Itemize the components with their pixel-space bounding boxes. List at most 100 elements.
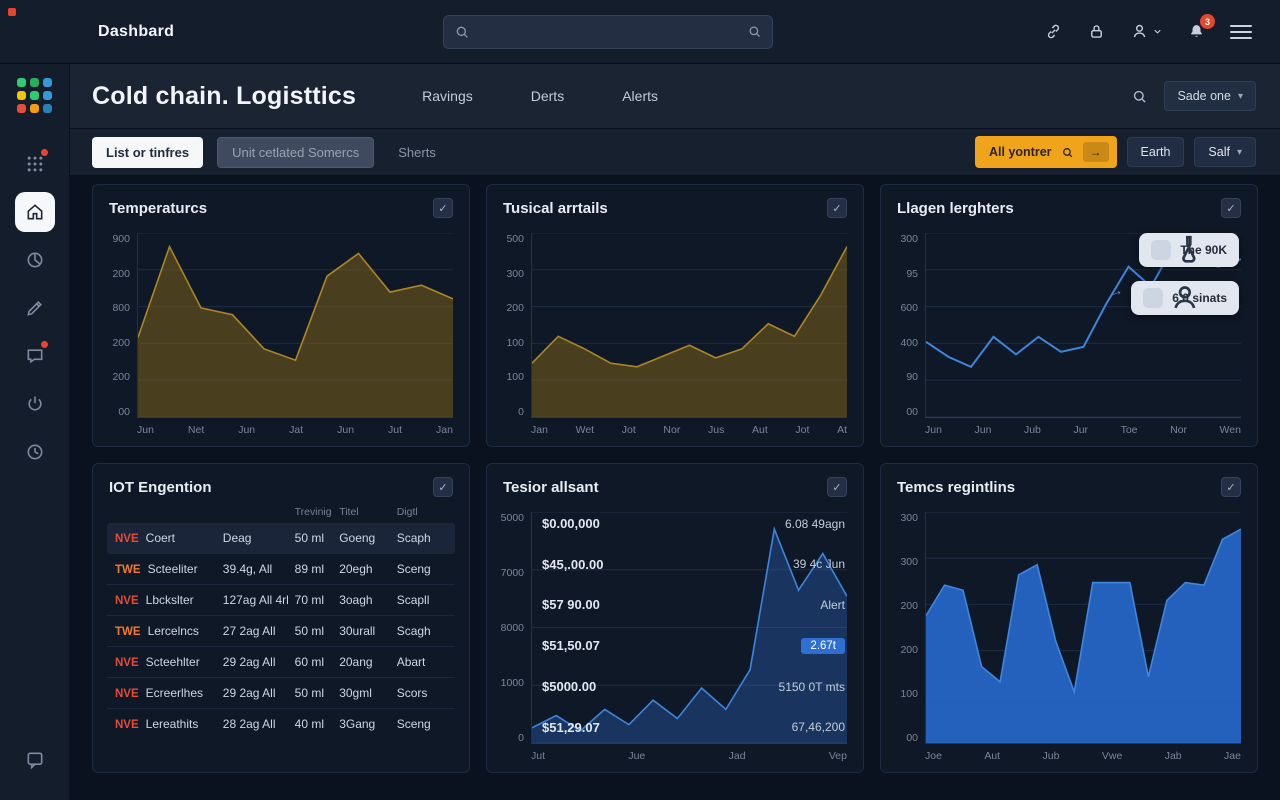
topbar: Dashbard 3 xyxy=(0,0,1280,64)
chat-square-icon xyxy=(25,750,45,770)
disabled-filter-button: Unit cetlated Somercs xyxy=(217,137,374,168)
main-nav: Ravings Derts Alerts xyxy=(422,88,658,104)
grid-icon xyxy=(25,154,45,174)
search-icon xyxy=(747,24,762,39)
card-title: Llagen lerghters xyxy=(897,200,1014,217)
temcs-chart: 30030020020010000 JoeAutJubVweJabJae xyxy=(881,504,1257,772)
nav-item-derts[interactable]: Derts xyxy=(531,88,564,104)
menu-button[interactable] xyxy=(1228,23,1254,41)
card-checkbox[interactable]: ✓ xyxy=(433,198,453,218)
clock-icon xyxy=(25,442,45,462)
chevron-down-icon: ▾ xyxy=(1238,91,1243,102)
card-iot-engention: IOT Engention ✓ TrevinigTitelDigtlNVECoe… xyxy=(92,463,470,773)
app-header: Cold chain. Logisttics Ravings Derts Ale… xyxy=(70,64,1280,128)
salf-dropdown[interactable]: Salf ▾ xyxy=(1194,137,1256,167)
card-checkbox[interactable]: ✓ xyxy=(1221,198,1241,218)
table-row[interactable]: NVELbckslter127ag All 4rl70 ml3oaghScapl… xyxy=(107,585,455,616)
sidebar-item-apps[interactable] xyxy=(15,144,55,184)
table-row[interactable]: NVEEcreerlhes29 2ag All50 ml30gmlScors xyxy=(107,678,455,709)
llagen-chart: 300956004009000 The 90K xyxy=(881,225,1257,446)
topbar-search[interactable] xyxy=(443,15,773,49)
list-filter-button[interactable]: List or tinfres xyxy=(92,137,203,168)
value-row: $0.00,0006.08 49agn xyxy=(542,516,845,531)
value-row: $5000.005150 0T mts xyxy=(542,679,845,694)
sidebar-item-history[interactable] xyxy=(15,432,55,472)
filter-bar: List or tinfres Unit cetlated Somercs Sh… xyxy=(70,128,1280,176)
user-menu-button[interactable] xyxy=(1128,20,1165,43)
main-area: Cold chain. Logisttics Ravings Derts Ale… xyxy=(70,64,1280,800)
y-axis: 5003002001001000 xyxy=(493,233,531,418)
table-row[interactable]: NVECoertDeag50 mlGoengScaph xyxy=(107,523,455,554)
sidebar-item-support[interactable] xyxy=(15,740,55,780)
chart-tooltip: 6.0 sinats xyxy=(1131,281,1239,315)
logo-dot xyxy=(30,104,39,113)
table-row[interactable]: TWELercelncs27 2ag All50 ml30urallScagh xyxy=(107,616,455,647)
sidebar-item-home[interactable] xyxy=(15,192,55,232)
table-row[interactable]: NVELereathits28 2ag All40 ml3GangSceng xyxy=(107,709,455,739)
power-icon xyxy=(25,394,45,414)
home-icon xyxy=(25,202,45,222)
plot-area xyxy=(925,512,1241,744)
card-llagen-lerghters: Llagen lerghters ✓ 300956004009000 The 9… xyxy=(880,184,1258,447)
nav-item-ravings[interactable]: Ravings xyxy=(422,88,473,104)
logo-dot xyxy=(43,78,52,87)
chevron-down-icon: ▾ xyxy=(1237,147,1242,158)
link-button[interactable] xyxy=(1042,20,1065,43)
notification-dot xyxy=(8,8,16,16)
table-row[interactable]: NVEScteehlter29 2ag All60 ml20angAbart xyxy=(107,647,455,678)
lock-button[interactable] xyxy=(1085,20,1108,43)
plot-area: The 90K 6.0 sinats → xyxy=(925,233,1241,418)
app-logo[interactable] xyxy=(17,78,53,114)
chevron-down-icon xyxy=(1152,26,1163,37)
tesior-chart: 50007000800010000 $0.00,0006.08 49agn $45… xyxy=(487,504,863,772)
account-label: Sade one xyxy=(1177,89,1231,103)
user-icon xyxy=(1143,288,1163,308)
x-axis: JanWetJotNorJusAutJotAt xyxy=(531,418,847,438)
x-axis: JunJunJubJurToeNorWen xyxy=(925,418,1241,438)
temperatures-chart: 90020080020020000 JunNetJunJatJunJutJan xyxy=(93,225,469,446)
app-root: Dashbard 3 xyxy=(0,0,1280,800)
y-axis: 90020080020020000 xyxy=(99,233,137,418)
earth-button[interactable]: Earth xyxy=(1127,137,1185,167)
sidebar-item-edit[interactable] xyxy=(15,288,55,328)
logo-dot xyxy=(30,78,39,87)
link-icon xyxy=(1044,22,1063,41)
user-icon xyxy=(1130,22,1149,41)
card-title: IOT Engention xyxy=(109,479,212,496)
search-input[interactable] xyxy=(478,24,739,39)
alert-dot xyxy=(41,149,48,156)
arrow-icon: → xyxy=(1083,142,1109,162)
lock-icon xyxy=(1087,22,1106,41)
iot-table: TrevinigTitelDigtlNVECoertDeag50 mlGoeng… xyxy=(93,504,469,772)
salf-label: Salf xyxy=(1208,145,1230,159)
search-icon[interactable] xyxy=(1131,88,1148,105)
nav-item-alerts[interactable]: Alerts xyxy=(622,88,658,104)
hamburger-icon xyxy=(1230,25,1252,39)
value-row: $57 90.00Alert xyxy=(542,597,845,612)
card-checkbox[interactable]: ✓ xyxy=(827,198,847,218)
tusical-chart: 5003002001001000 JanWetJotNorJusAutJotAt xyxy=(487,225,863,446)
sidebar-item-power[interactable] xyxy=(15,384,55,424)
logo-dot xyxy=(43,104,52,113)
account-dropdown[interactable]: Sade one ▾ xyxy=(1164,81,1256,111)
card-title: Temperaturcs xyxy=(109,200,207,217)
sidebar xyxy=(0,64,70,800)
card-checkbox[interactable]: ✓ xyxy=(1221,477,1241,497)
primary-action-label: All yontrer xyxy=(989,145,1052,159)
y-axis: 50007000800010000 xyxy=(493,512,531,744)
logo-dot xyxy=(30,91,39,100)
value-row: $45,.00.0039 4c Jun xyxy=(542,557,845,572)
table-row[interactable]: TWEScteeliter39.4g, All89 ml20eghSceng xyxy=(107,554,455,585)
plot-area: $0.00,0006.08 49agn $45,.00.0039 4c Jun $5… xyxy=(531,512,847,744)
card-checkbox[interactable]: ✓ xyxy=(827,477,847,497)
pencil-icon xyxy=(25,298,45,318)
card-checkbox[interactable]: ✓ xyxy=(433,477,453,497)
value-row: $51,50.072.67t xyxy=(542,638,845,654)
primary-action-button[interactable]: All yontrer → xyxy=(975,136,1117,168)
sidebar-item-messages[interactable] xyxy=(15,336,55,376)
sidebar-item-analytics[interactable] xyxy=(15,240,55,280)
notifications-button[interactable]: 3 xyxy=(1185,20,1208,43)
x-axis: JutJueJadVep xyxy=(531,744,847,764)
sherts-tab[interactable]: Sherts xyxy=(398,145,436,160)
notification-badge: 3 xyxy=(1200,14,1215,29)
